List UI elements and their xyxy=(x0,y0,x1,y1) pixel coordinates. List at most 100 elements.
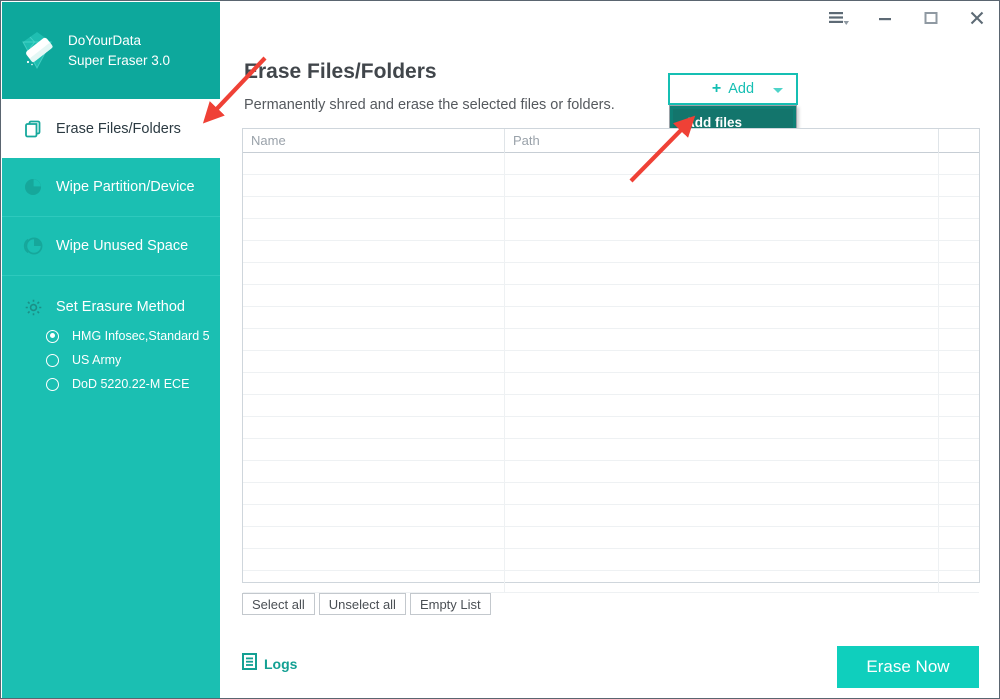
logs-label: Logs xyxy=(264,656,298,672)
table-cell-name xyxy=(243,571,505,592)
table-cell-path xyxy=(505,175,939,196)
table-cell-extra xyxy=(939,483,979,504)
table-cell-name xyxy=(243,483,505,504)
erase-now-label: Erase Now xyxy=(866,657,950,676)
table-cell-path xyxy=(505,153,939,174)
table-cell-path xyxy=(505,483,939,504)
unselect-all-label: Unselect all xyxy=(328,596,396,612)
diamond-eraser-logo-icon xyxy=(10,24,64,78)
table-row[interactable] xyxy=(243,571,979,593)
table-cell-extra xyxy=(939,285,979,306)
table-row[interactable] xyxy=(243,219,979,241)
select-all-button[interactable]: Select all xyxy=(242,593,315,615)
radio-indicator xyxy=(46,329,59,343)
sidebar-item-wipe-partition-device[interactable]: Wipe Partition/Device xyxy=(2,158,220,217)
table-row[interactable] xyxy=(243,285,979,307)
table-cell-extra xyxy=(939,329,979,350)
logs-document-icon xyxy=(242,653,257,675)
table-row[interactable] xyxy=(243,483,979,505)
unselect-all-button[interactable]: Unselect all xyxy=(318,593,406,615)
table-row[interactable] xyxy=(243,175,979,197)
radio-hmg-infosec[interactable]: HMG Infosec,Standard 5 xyxy=(2,326,220,346)
column-header-extra[interactable] xyxy=(939,129,979,153)
table-cell-name xyxy=(243,505,505,526)
table-row[interactable] xyxy=(243,395,979,417)
table-header-row: Name Path xyxy=(243,129,979,153)
radio-us-army[interactable]: US Army xyxy=(2,350,220,370)
table-row[interactable] xyxy=(243,329,979,351)
radio-dod-5220[interactable]: DoD 5220.22-M ECE xyxy=(2,374,220,394)
table-cell-path xyxy=(505,197,939,218)
table-cell-path xyxy=(505,263,939,284)
table-cell-name xyxy=(243,285,505,306)
chevron-down-icon[interactable] xyxy=(773,88,783,93)
sidebar-item-label: Erase Files/Folders xyxy=(56,120,181,137)
table-cell-path xyxy=(505,219,939,240)
table-row[interactable] xyxy=(243,461,979,483)
brand-text: DoYourData Super Eraser 3.0 xyxy=(68,31,170,71)
table-cell-path xyxy=(505,351,939,372)
radio-indicator xyxy=(46,377,59,391)
maximize-icon[interactable] xyxy=(908,3,954,33)
radio-label: DoD 5220.22-M ECE xyxy=(72,377,190,391)
logs-link[interactable]: Logs xyxy=(242,653,297,675)
page-title: Erase Files/Folders xyxy=(244,60,437,83)
table-cell-path xyxy=(505,395,939,416)
sidebar-item-wipe-unused-space[interactable]: Wipe Unused Space xyxy=(2,217,220,276)
close-icon[interactable] xyxy=(954,3,999,33)
erase-now-button[interactable]: Erase Now xyxy=(837,646,979,688)
file-list-table[interactable]: Name Path xyxy=(242,128,980,593)
minimize-icon[interactable] xyxy=(862,3,908,33)
table-cell-path xyxy=(505,549,939,570)
table-cell-name xyxy=(243,153,505,174)
table-cell-name xyxy=(243,241,505,262)
sidebar-item-erase-files-folders[interactable]: Erase Files/Folders xyxy=(2,99,220,158)
table-cell-path xyxy=(505,439,939,460)
add-button-label: Add xyxy=(728,81,755,97)
add-button[interactable]: + Add xyxy=(668,73,798,105)
erasure-method-label: Set Erasure Method xyxy=(56,299,185,315)
title-bar xyxy=(220,2,999,34)
table-row[interactable] xyxy=(243,505,979,527)
table-cell-name xyxy=(243,373,505,394)
table-row[interactable] xyxy=(243,351,979,373)
table-row[interactable] xyxy=(243,417,979,439)
table-row[interactable] xyxy=(243,263,979,285)
table-cell-extra xyxy=(939,241,979,262)
pie-chart-outline-icon xyxy=(20,233,46,259)
table-cell-extra xyxy=(939,571,979,592)
brand-line2: Super Eraser 3.0 xyxy=(68,52,171,68)
table-cell-name xyxy=(243,175,505,196)
table-row[interactable] xyxy=(243,549,979,571)
table-cell-path xyxy=(505,307,939,328)
table-cell-extra xyxy=(939,373,979,394)
table-cell-extra xyxy=(939,439,979,460)
empty-list-button[interactable]: Empty List xyxy=(409,593,491,615)
column-header-name[interactable]: Name xyxy=(243,129,505,153)
erasure-method-section: Set Erasure Method HMG Infosec,Standard … xyxy=(2,276,220,394)
table-row[interactable] xyxy=(243,439,979,461)
table-cell-extra xyxy=(939,219,979,240)
table-row[interactable] xyxy=(243,527,979,549)
table-row[interactable] xyxy=(243,307,979,329)
table-cell-path xyxy=(505,285,939,306)
table-row[interactable] xyxy=(243,153,979,175)
table-row[interactable] xyxy=(243,241,979,263)
table-cell-name xyxy=(243,549,505,570)
copy-files-icon xyxy=(20,116,46,142)
table-row[interactable] xyxy=(243,373,979,395)
table-row[interactable] xyxy=(243,197,979,219)
column-header-path[interactable]: Path xyxy=(505,129,939,153)
table-cell-name xyxy=(243,197,505,218)
hamburger-menu-icon[interactable] xyxy=(816,3,862,33)
table-cell-name xyxy=(243,219,505,240)
radio-indicator xyxy=(46,353,59,367)
table-cell-extra xyxy=(939,395,979,416)
table-cell-name xyxy=(243,395,505,416)
application-window: DoYourData Super Eraser 3.0 Erase Files/… xyxy=(0,0,1000,699)
table-cell-extra xyxy=(939,461,979,482)
table-cell-extra xyxy=(939,417,979,438)
table-cell-extra xyxy=(939,197,979,218)
sidebar-item-label: Wipe Partition/Device xyxy=(56,179,195,195)
table-cell-extra xyxy=(939,549,979,570)
